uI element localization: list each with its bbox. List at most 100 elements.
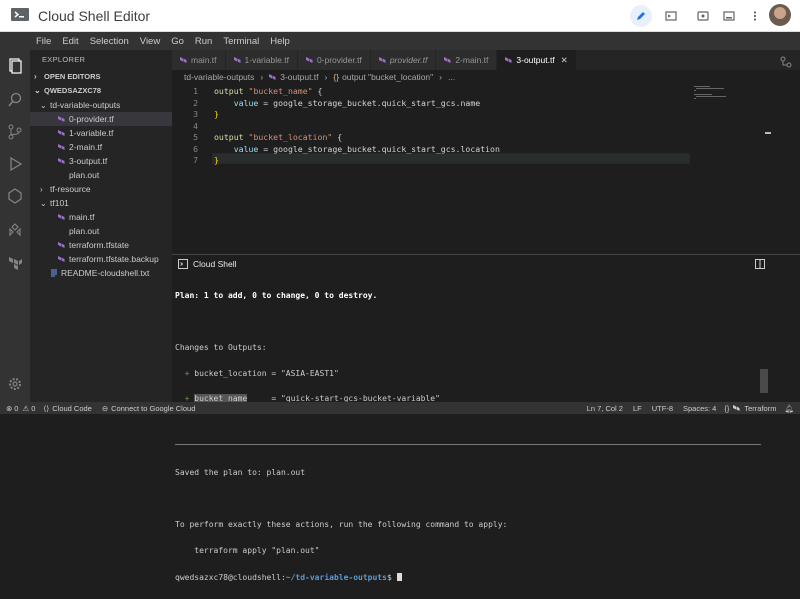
file-item[interactable]: terraform.tfstate <box>30 238 172 252</box>
menu-help[interactable]: Help <box>270 36 290 47</box>
settings-gear-icon[interactable] <box>7 376 23 392</box>
indentation-status[interactable]: Spaces: 4 <box>683 404 716 413</box>
top-bar: Cloud Shell Editor <box>0 0 800 32</box>
editor-mode-button[interactable] <box>630 5 652 27</box>
error-icon[interactable]: ⊗ <box>6 404 12 413</box>
menu-selection[interactable]: Selection <box>90 36 129 47</box>
terraform-file-icon <box>305 57 313 63</box>
folder-tf101[interactable]: ⌄ tf101 <box>30 196 172 210</box>
terraform-file-icon <box>180 57 187 63</box>
explorer-title: EXPLORER <box>42 55 86 64</box>
app-title: Cloud Shell Editor <box>38 8 151 24</box>
menu-file[interactable]: File <box>36 36 51 47</box>
menu-terminal[interactable]: Terminal <box>223 36 259 47</box>
open-editors-section[interactable]: › OPEN EDITORS <box>30 70 172 84</box>
file-label: main.tf <box>69 212 95 222</box>
folder-label: td-variable-outputs <box>50 100 121 110</box>
file-item[interactable]: plan.out <box>30 224 172 238</box>
cursor-position[interactable]: Ln 7, Col 2 <box>587 404 623 413</box>
cloud-code-status[interactable]: Cloud Code <box>52 404 92 413</box>
menu-view[interactable]: View <box>140 36 160 47</box>
eol-status[interactable]: LF <box>633 404 642 413</box>
link-icon: ⊖ <box>101 403 109 413</box>
code-line-2: value = google_storage_bucket.quick_star… <box>214 98 480 108</box>
language-mode[interactable]: Terraform <box>744 404 776 413</box>
notifications-bell-icon[interactable]: 🔔︎ <box>784 404 794 413</box>
encoding-status[interactable]: UTF-8 <box>652 404 673 413</box>
chevron-down-icon: ⌄ <box>34 86 41 95</box>
web-preview-button[interactable] <box>692 5 714 27</box>
code-line-3: } <box>214 109 219 119</box>
tab-2-main-tf[interactable]: 2-main.tf <box>436 50 498 70</box>
terminal-output[interactable]: Plan: 1 to add, 0 to change, 0 to destro… <box>175 275 761 599</box>
user-avatar[interactable] <box>769 4 791 26</box>
terminal-blank <box>175 318 761 327</box>
close-icon[interactable]: ✕ <box>561 55 568 66</box>
code-editor[interactable]: 1 2 3 4 5 6 7 output "bucket_name" { val… <box>172 84 762 254</box>
tab-1-variable-tf[interactable]: 1-variable.tf <box>225 50 298 70</box>
tab-label: 3-output.tf <box>516 55 555 65</box>
code-line-7: } <box>214 155 219 165</box>
connect-gcloud-status[interactable]: Connect to Google Cloud <box>111 404 195 413</box>
minimize-button[interactable] <box>718 5 740 27</box>
file-item[interactable]: main.tf <box>30 210 172 224</box>
menu-run[interactable]: Run <box>195 36 212 47</box>
source-control-icon[interactable] <box>7 124 23 140</box>
code-property: value <box>233 97 259 108</box>
line-number: 7 <box>193 155 198 165</box>
file-item[interactable]: 2-main.tf <box>30 140 172 154</box>
status-bar: ⊗ 0 ⚠ 0 ⟨⟩ Cloud Code ⊖ Connect to Googl… <box>0 402 800 414</box>
file-item[interactable]: 3-output.tf <box>30 154 172 168</box>
file-item[interactable]: 1-variable.tf <box>30 126 172 140</box>
explorer-icon[interactable] <box>7 58 23 74</box>
file-item[interactable]: plan.out <box>30 168 172 182</box>
chevron-right-icon: › <box>439 72 443 82</box>
file-item[interactable]: 0-provider.tf <box>30 112 172 126</box>
breadcrumb-more[interactable]: ... <box>448 72 455 82</box>
file-item[interactable]: README-cloudshell.txt <box>30 266 172 280</box>
editor-scrollbar-area <box>762 70 800 254</box>
panel-header: Cloud Shell <box>172 255 800 273</box>
menu-edit[interactable]: Edit <box>62 36 78 47</box>
panel-title[interactable]: Cloud Shell <box>193 259 236 269</box>
run-debug-icon[interactable] <box>7 156 23 172</box>
code-line-5: output "bucket_location" { <box>214 132 342 142</box>
tab-0-provider-tf[interactable]: 0-provider.tf <box>297 50 371 70</box>
editor-tabs: main.tf 1-variable.tf 0-provider.tf prov… <box>172 50 800 70</box>
chevron-right-icon: › <box>40 185 43 194</box>
warning-count[interactable]: 0 <box>31 404 35 413</box>
tab-provider-tf[interactable]: provider.tf <box>370 50 437 70</box>
workspace-section[interactable]: ⌄ QWEDSAZXC78 <box>30 84 172 98</box>
terminal-scrollbar[interactable] <box>760 369 768 393</box>
breadcrumb-file[interactable]: 3-output.tf <box>280 72 318 82</box>
breadcrumb-folder[interactable]: td-variable-outputs <box>184 72 254 82</box>
tab-3-output-tf[interactable]: 3-output.tf ✕ <box>497 50 577 70</box>
tab-label: 0-provider.tf <box>316 55 362 65</box>
search-icon[interactable] <box>7 92 23 108</box>
split-panel-icon[interactable] <box>755 259 765 269</box>
more-menu-button[interactable] <box>744 5 766 27</box>
error-count[interactable]: 0 <box>14 404 18 413</box>
chevron-right-icon: › <box>34 72 37 81</box>
cloud-code-icon: ⟨⟩ <box>43 403 50 413</box>
file-item[interactable]: terraform.tfstate.backup <box>30 252 172 266</box>
cloud-code-icon[interactable] <box>7 188 23 204</box>
extensions-icon[interactable] <box>7 222 23 238</box>
breadcrumb-symbol[interactable]: output "bucket_location" <box>342 72 433 82</box>
folder-tf-resource[interactable]: › tf-resource <box>30 182 172 196</box>
menu-go[interactable]: Go <box>171 36 184 47</box>
tab-main-tf[interactable]: main.tf <box>172 50 226 70</box>
layout-icon[interactable] <box>780 56 792 68</box>
minimap[interactable] <box>692 84 762 104</box>
terminal-line: Plan: 1 to add, 0 to change, 0 to destro… <box>175 291 378 301</box>
warning-icon[interactable]: ⚠ <box>22 404 29 413</box>
avatar-face <box>774 7 786 19</box>
web-preview-icon <box>697 11 709 21</box>
folder-td-variable-outputs[interactable]: ⌄ td-variable-outputs <box>30 98 172 112</box>
terraform-icon[interactable] <box>7 254 23 270</box>
terminal-button[interactable] <box>660 5 682 27</box>
terminal-line: Saved the plan to: plan.out <box>175 468 306 478</box>
chevron-right-icon: › <box>260 72 264 82</box>
